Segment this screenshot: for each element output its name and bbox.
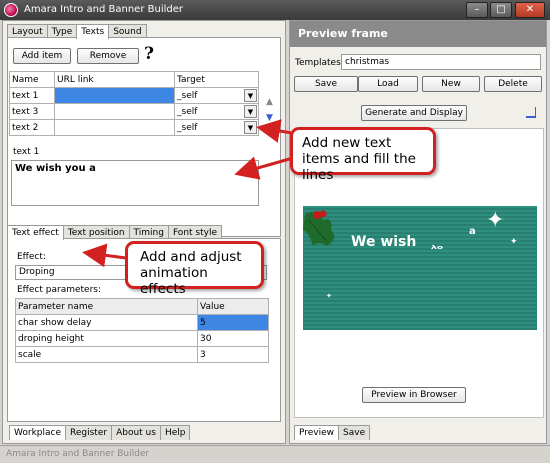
callout-animation-effects: Add and adjust animation effects: [125, 241, 264, 297]
tab-workplace[interactable]: Workplace: [9, 425, 67, 440]
tab-preview[interactable]: Preview: [294, 425, 340, 440]
callout-arrows: [82, 119, 294, 268]
tab-texts[interactable]: Texts: [76, 24, 110, 39]
callout-add-text-items: Add new text items and fill the lines: [290, 127, 436, 183]
status-bar: Amara Intro and Banner Builder: [0, 445, 550, 463]
tab-text-effect[interactable]: Text effect: [7, 225, 64, 240]
